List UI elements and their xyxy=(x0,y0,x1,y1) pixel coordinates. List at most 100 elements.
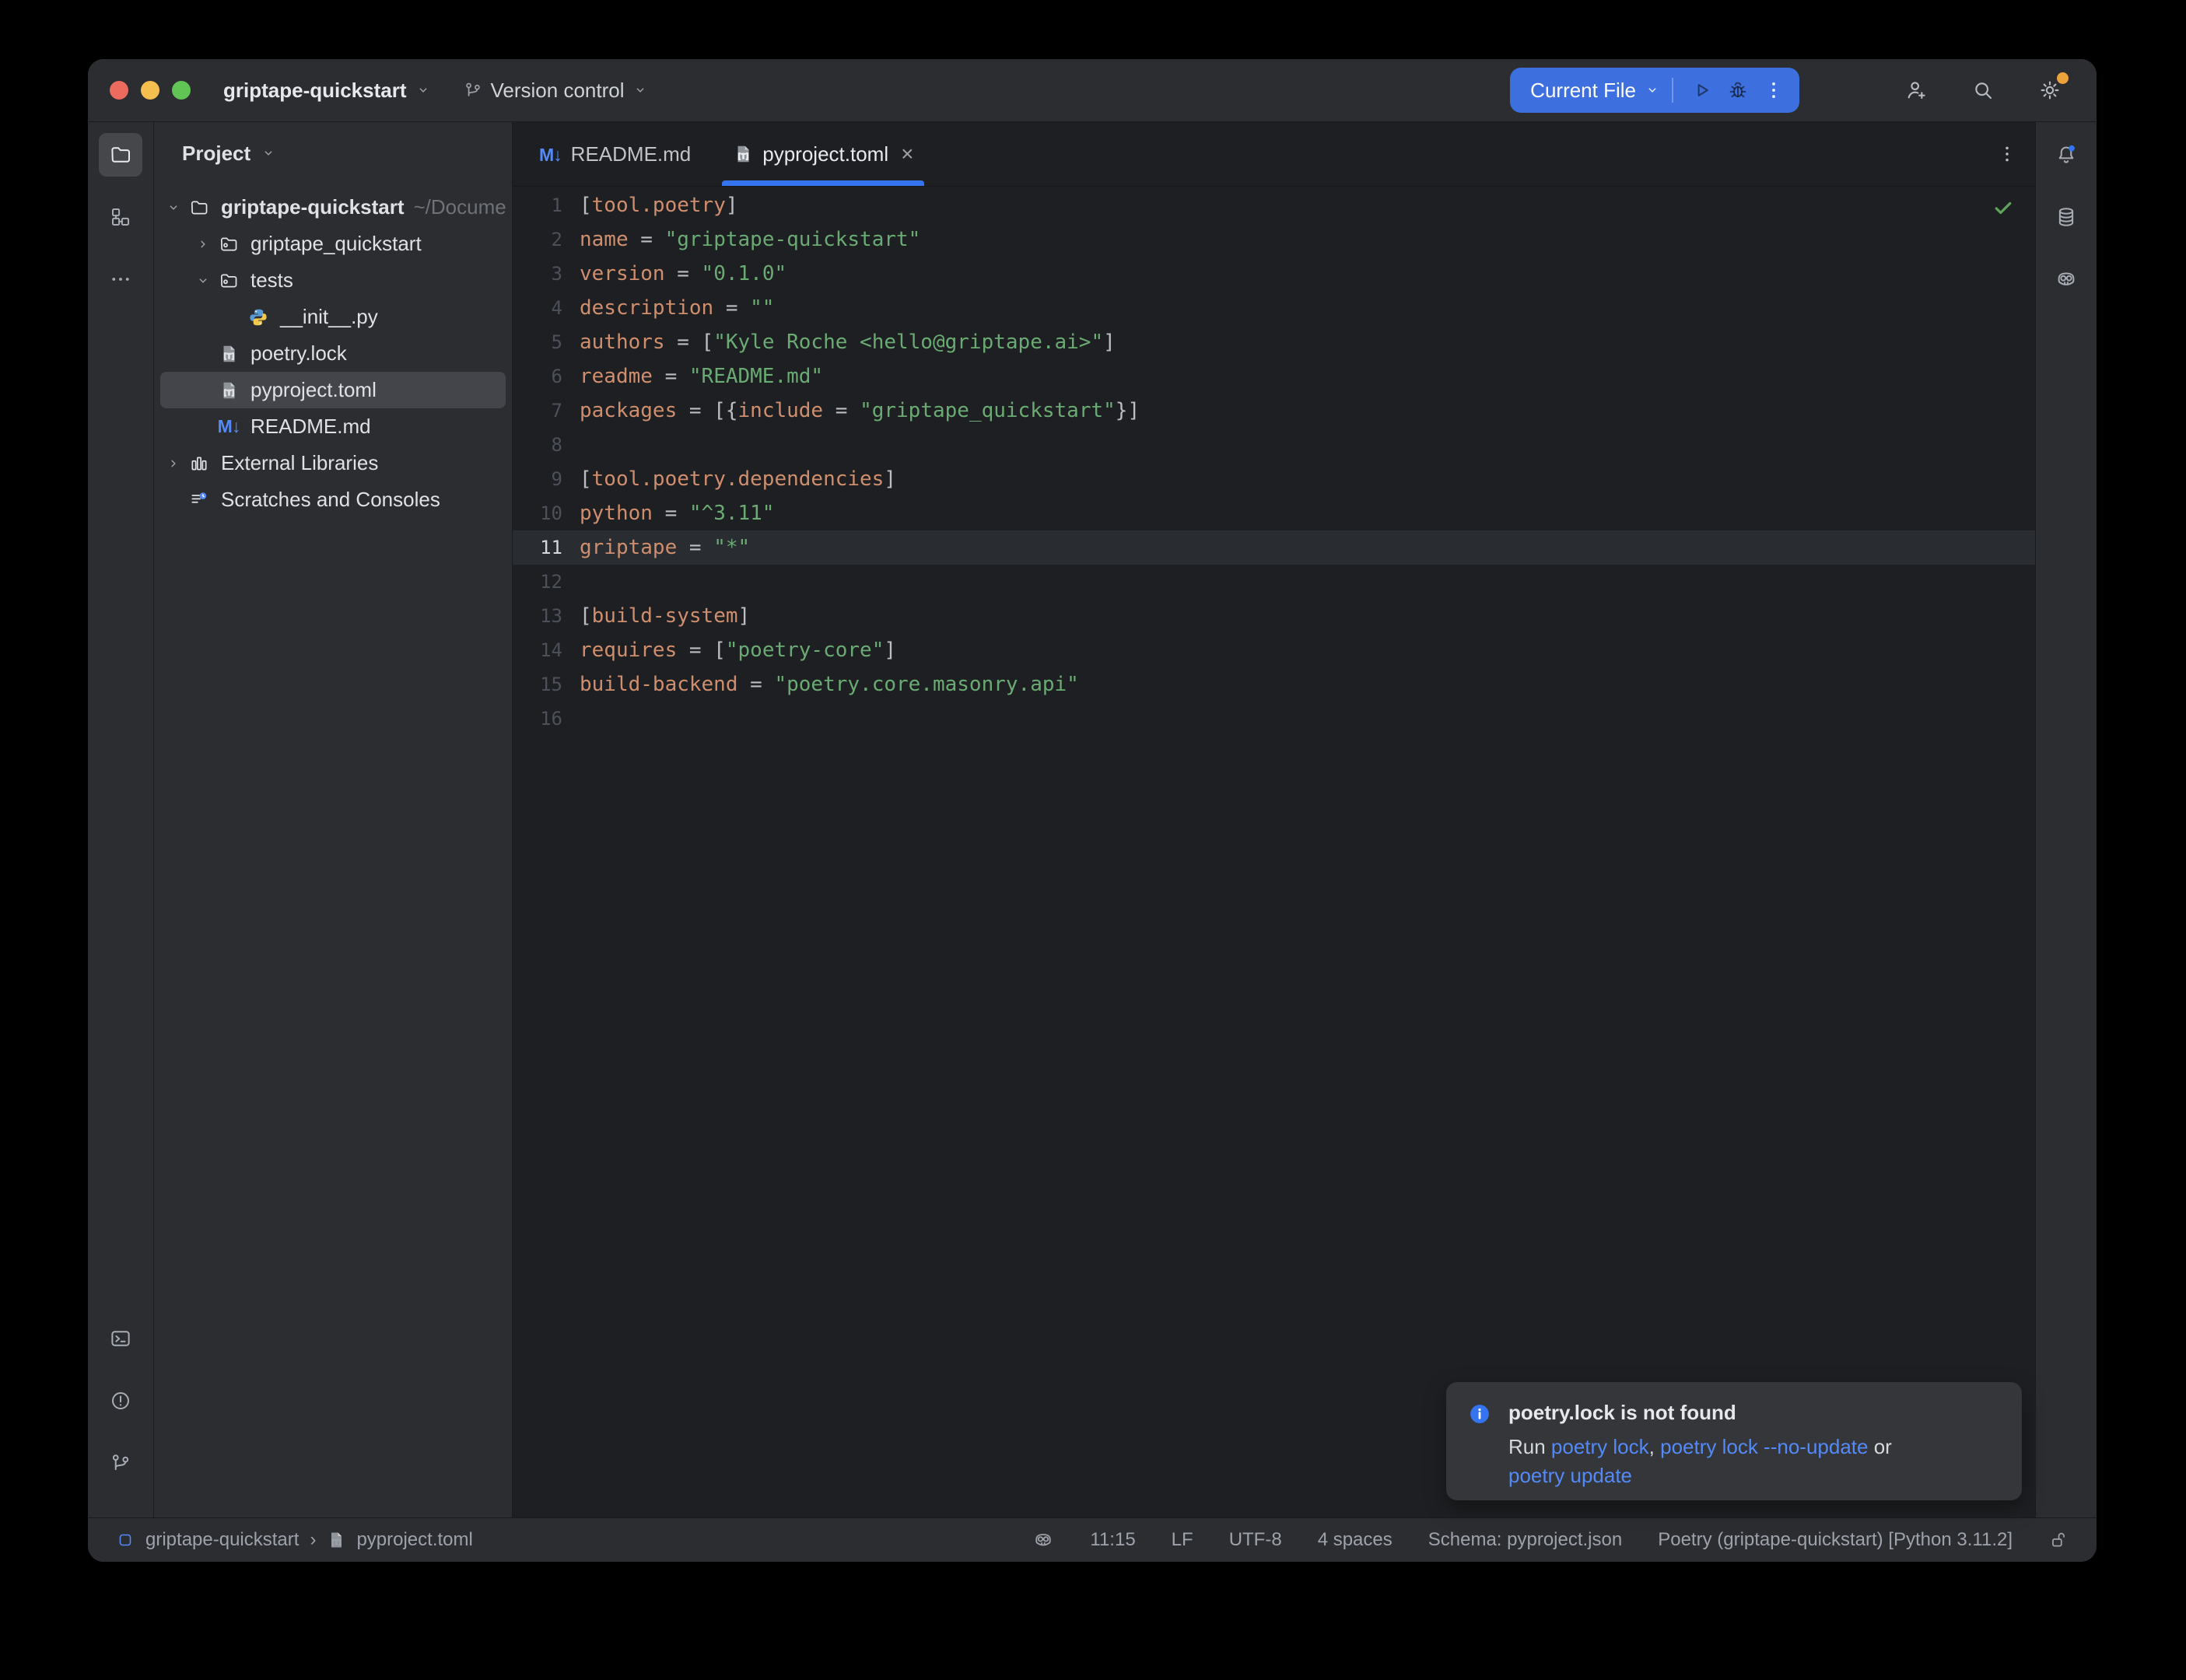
chevron-down-icon[interactable] xyxy=(190,272,216,289)
code-line-1[interactable]: 1[tool.poetry] xyxy=(513,188,2035,222)
project-widget[interactable]: griptape-quickstart xyxy=(223,79,432,103)
tree-item-label: README.md xyxy=(250,415,371,439)
status-item[interactable]: 11:15 xyxy=(1090,1529,1135,1551)
tree-item-griptape-quickstart[interactable]: griptape_quickstart xyxy=(160,226,506,262)
tree-item-path: ~/Docume xyxy=(414,195,506,219)
tree-item-label: pyproject.toml xyxy=(250,378,377,402)
terminal-icon[interactable] xyxy=(99,1317,142,1360)
tree-item-label: griptape-quickstart xyxy=(221,195,405,219)
problems-icon[interactable] xyxy=(99,1379,142,1423)
svg-text:[T]: [T] xyxy=(737,153,750,161)
info-icon xyxy=(1468,1401,1491,1500)
code-line-12[interactable]: 12 xyxy=(513,565,2035,599)
code-line-11[interactable]: 11griptape = "*" xyxy=(513,530,2035,565)
status-item[interactable]: 4 spaces xyxy=(1318,1529,1393,1551)
status-item[interactable]: LF xyxy=(1172,1529,1193,1551)
tree-item-external-libraries[interactable]: External Libraries xyxy=(160,445,506,481)
editor-tab-pyproject-toml[interactable]: [T] pyproject.toml × xyxy=(717,122,929,186)
tree-item-poetry-lock[interactable]: [T]poetry.lock xyxy=(160,335,506,372)
status-widgets: 11:15 LF UTF-8 4 spaces Schema: pyproject.js… xyxy=(1032,1529,2069,1551)
status-item[interactable]: Schema: pyproject.json xyxy=(1428,1529,1622,1551)
code-with-me-icon[interactable] xyxy=(1900,75,1932,106)
breadcrumb-project[interactable]: griptape-quickstart xyxy=(145,1529,299,1551)
vcs-widget[interactable]: Version control xyxy=(463,79,650,103)
lock-open-icon[interactable] xyxy=(2048,1530,2069,1550)
notification-link[interactable]: poetry lock xyxy=(1551,1435,1649,1458)
code-line-16[interactable]: 16 xyxy=(513,702,2035,736)
toml-icon: [T] xyxy=(216,380,241,401)
chevron-down-icon xyxy=(1644,82,1661,99)
copilot-status-icon[interactable] xyxy=(1032,1529,1054,1551)
code-line-7[interactable]: 7packages = [{include = "griptape_quicks… xyxy=(513,394,2035,428)
module-icon xyxy=(116,1531,135,1549)
project-widget-label: griptape-quickstart xyxy=(223,79,407,103)
code-line-6[interactable]: 6readme = "README.md" xyxy=(513,359,2035,394)
window-controls xyxy=(88,81,191,100)
editor-column: M↓README.md [T] pyproject.toml × 1[tool.poe… xyxy=(513,122,2035,1517)
breadcrumb-file[interactable]: pyproject.toml xyxy=(356,1529,472,1551)
editor-tab-readme-md[interactable]: M↓README.md xyxy=(524,122,706,186)
scratches-icon xyxy=(187,490,212,510)
settings-gear-icon[interactable] xyxy=(2034,75,2065,106)
code-line-5[interactable]: 5authors = ["Kyle Roche <hello@griptape.… xyxy=(513,325,2035,359)
tree-item-scratches-and-consoles[interactable]: Scratches and Consoles xyxy=(160,481,506,518)
titlebar-icons xyxy=(1900,75,2065,106)
status-item[interactable]: Poetry (griptape-quickstart) [Python 3.1… xyxy=(1658,1529,2013,1551)
notification-link[interactable]: poetry update xyxy=(1508,1464,1632,1487)
status-item[interactable]: UTF-8 xyxy=(1229,1529,1282,1551)
structure-icon[interactable] xyxy=(99,195,142,239)
line-number: 15 xyxy=(513,667,573,702)
code-line-15[interactable]: 15build-backend = "poetry.core.masonry.a… xyxy=(513,667,2035,702)
notifications-icon[interactable] xyxy=(2044,133,2088,177)
project-panel-header[interactable]: Project xyxy=(154,122,512,184)
tree-item-tests[interactable]: tests xyxy=(160,262,506,299)
line-text: name = "griptape-quickstart" xyxy=(573,222,920,257)
code-line-4[interactable]: 4description = "" xyxy=(513,291,2035,325)
editor[interactable]: 1[tool.poetry]2name = "griptape-quicksta… xyxy=(513,187,2035,1517)
inspections-ok-check-icon[interactable] xyxy=(1992,196,2015,219)
search-everywhere-icon[interactable] xyxy=(1967,75,1999,106)
editor-tab-bar: M↓README.md [T] pyproject.toml × xyxy=(513,122,2035,187)
line-text: authors = ["Kyle Roche <hello@griptape.a… xyxy=(573,325,1116,359)
run-config-selector[interactable]: Current File xyxy=(1530,79,1636,103)
run-button[interactable] xyxy=(1684,72,1720,108)
tree-item--init-py[interactable]: __init__.py xyxy=(160,299,506,335)
breadcrumb: griptape-quickstart › [T] pyproject.toml xyxy=(116,1529,473,1551)
more-run-options-button[interactable] xyxy=(1756,72,1792,108)
line-text: griptape = "*" xyxy=(573,530,750,565)
chevron-down-icon[interactable] xyxy=(160,199,187,216)
more-tools-icon[interactable] xyxy=(99,257,142,301)
code-line-2[interactable]: 2name = "griptape-quickstart" xyxy=(513,222,2035,257)
code-line-9[interactable]: 9[tool.poetry.dependencies] xyxy=(513,462,2035,496)
chevron-down-icon xyxy=(415,82,432,99)
code-line-8[interactable]: 8 xyxy=(513,428,2035,462)
copilot-icon[interactable] xyxy=(2044,257,2088,301)
close-window-button[interactable] xyxy=(110,81,128,100)
code-line-14[interactable]: 14requires = ["poetry-core"] xyxy=(513,633,2035,667)
version-control-icon[interactable] xyxy=(99,1441,142,1485)
main-area: Project griptape-quickstart~/Documegript… xyxy=(88,122,2097,1517)
tree-item-readme-md[interactable]: M↓README.md xyxy=(160,408,506,445)
minimize-window-button[interactable] xyxy=(141,81,159,100)
database-icon[interactable] xyxy=(2044,195,2088,239)
chevron-right-icon[interactable] xyxy=(190,236,216,253)
code-line-10[interactable]: 10python = "^3.11" xyxy=(513,496,2035,530)
line-number: 6 xyxy=(513,359,573,394)
notification-link[interactable]: poetry lock --no-update xyxy=(1660,1435,1868,1458)
tree-item-griptape-quickstart[interactable]: griptape-quickstart ~/Docume xyxy=(160,189,506,226)
line-number: 8 xyxy=(513,428,573,462)
tree-item-pyproject-toml[interactable]: [T] pyproject.toml xyxy=(160,372,506,408)
code-line-13[interactable]: 13[build-system] xyxy=(513,599,2035,633)
code-line-3[interactable]: 3version = "0.1.0" xyxy=(513,257,2035,291)
project-folder-icon[interactable] xyxy=(99,133,142,177)
line-text: [build-system] xyxy=(573,599,750,633)
close-tab-icon[interactable]: × xyxy=(901,143,913,165)
debug-button[interactable] xyxy=(1720,72,1756,108)
line-number: 4 xyxy=(513,291,573,325)
tab-label: pyproject.toml xyxy=(762,142,888,166)
zoom-window-button[interactable] xyxy=(172,81,191,100)
tree-item-label: External Libraries xyxy=(221,451,378,475)
line-number: 5 xyxy=(513,325,573,359)
tab-options-kebab-icon[interactable] xyxy=(1990,137,2024,171)
chevron-right-icon[interactable] xyxy=(160,455,187,472)
